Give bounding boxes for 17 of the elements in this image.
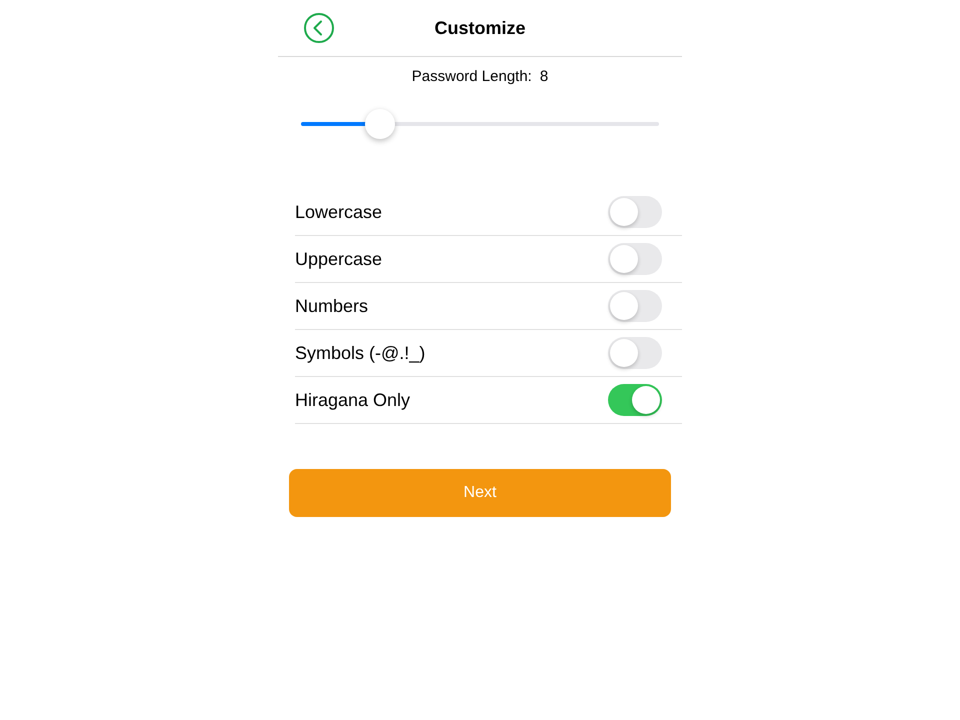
toggle-switch[interactable] — [608, 290, 662, 322]
option-label: Uppercase — [295, 248, 382, 271]
option-label: Hiragana Only — [295, 389, 410, 412]
option-label: Numbers — [295, 295, 368, 318]
next-button[interactable]: Next — [289, 469, 671, 517]
option-label: Lowercase — [295, 201, 382, 224]
password-length-value: 8 — [540, 67, 548, 87]
toggle-switch[interactable] — [608, 243, 662, 275]
slider-thumb[interactable] — [364, 109, 395, 139]
back-icon[interactable] — [304, 13, 334, 43]
length-slider[interactable] — [301, 109, 659, 139]
toggle-switch[interactable] — [608, 196, 662, 228]
toggle-switch[interactable] — [608, 384, 662, 416]
toggle-switch[interactable] — [608, 337, 662, 369]
option-label: Symbols (-@.!_) — [295, 342, 426, 365]
password-length-label: Password Length: — [412, 67, 532, 87]
screen-title: Customize — [434, 17, 526, 40]
